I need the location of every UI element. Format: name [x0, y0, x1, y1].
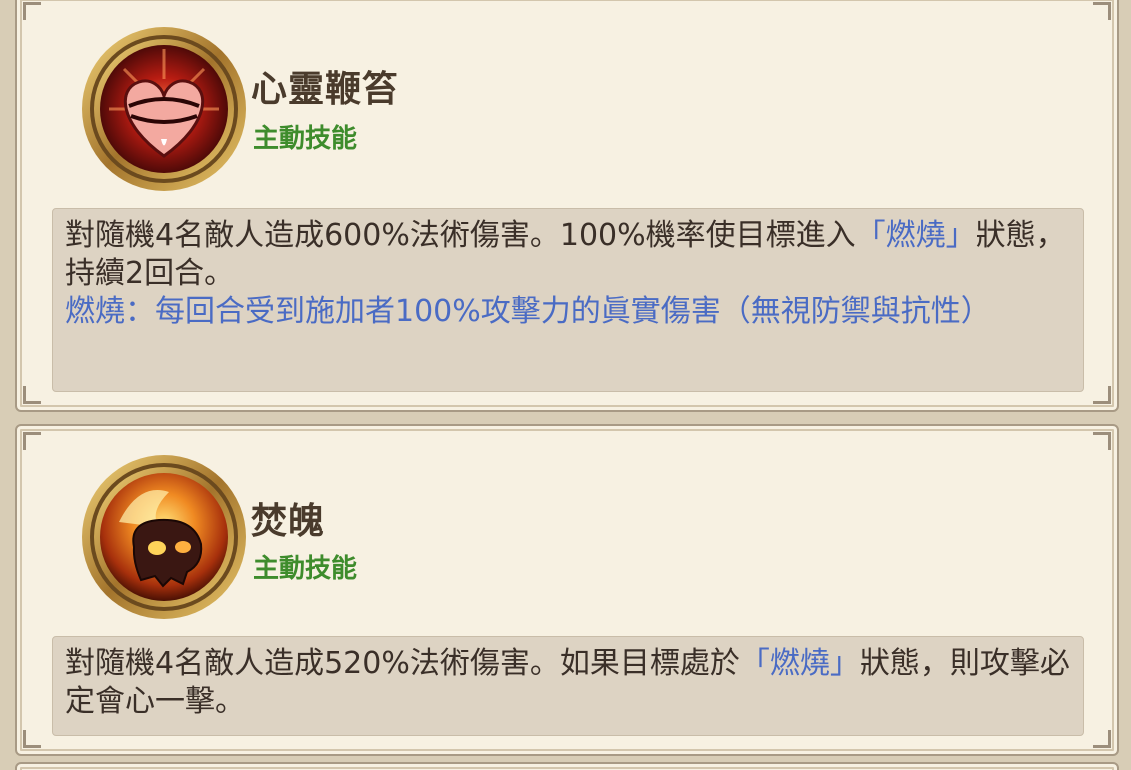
corner-ornament [23, 432, 41, 450]
flaming-heart-icon[interactable] [79, 24, 249, 194]
burning-skull-icon[interactable] [79, 452, 249, 622]
status-keyword: 「燃燒」 [855, 218, 976, 253]
skill-name: 心靈鞭笞 [251, 69, 400, 110]
corner-ornament [1093, 730, 1111, 748]
corner-ornament [1093, 2, 1111, 20]
skill-type-label: 主動技能 [253, 124, 358, 154]
skill-name: 焚魄 [251, 501, 326, 542]
corner-ornament [1093, 386, 1111, 404]
status-keyword: 「燃燒」 [739, 646, 860, 681]
corner-ornament [23, 730, 41, 748]
corner-ornament [23, 386, 41, 404]
description-text: 對隨機4名敵人造成520%法術傷害。如果目標處於 [65, 646, 740, 681]
skill-type-label: 主動技能 [253, 554, 358, 584]
skill-description: 對隨機4名敵人造成600%法術傷害。100%機率使目標進入「燃燒」狀態， 持續2… [52, 208, 1084, 392]
skill-card-3 [15, 762, 1119, 770]
corner-ornament [23, 2, 41, 20]
corner-ornament [1093, 432, 1111, 450]
description-text: 對隨機4名敵人造成600%法術傷害。100%機率使目標進入 [65, 218, 856, 253]
skill-description: 對隨機4名敵人造成520%法術傷害。如果目標處於「燃燒」狀態，則攻擊必定會心一擊… [52, 636, 1084, 736]
skill-card-1: 心靈鞭笞 主動技能 對隨機4名敵人造成600%法術傷害。100%機率使目標進入「… [15, 0, 1119, 412]
skill-card-2: 焚魄 主動技能 對隨機4名敵人造成520%法術傷害。如果目標處於「燃燒」狀態，則… [15, 424, 1119, 756]
skill-list: 心靈鞭笞 主動技能 對隨機4名敵人造成600%法術傷害。100%機率使目標進入「… [0, 0, 1131, 770]
status-note: 燃燒：每回合受到施加者100%攻擊力的眞實傷害（無視防禦與抗性） [65, 294, 991, 329]
